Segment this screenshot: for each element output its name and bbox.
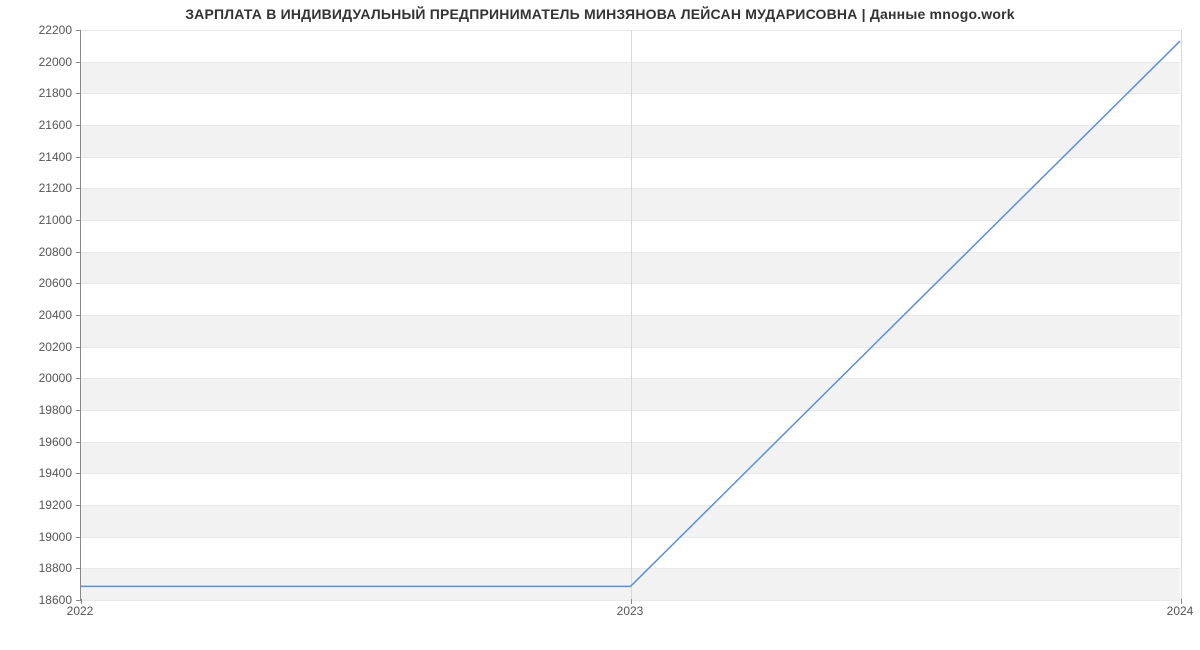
x-tick-label: 2022 [67,604,94,618]
y-tick-label: 19600 [0,435,72,449]
y-tick-label: 19200 [0,498,72,512]
y-tick-label: 21200 [0,181,72,195]
y-tick-label: 20600 [0,276,72,290]
x-tick-label: 2024 [1167,604,1194,618]
y-tick-label: 21600 [0,118,72,132]
y-tick-label: 20400 [0,308,72,322]
y-tick-label: 22000 [0,55,72,69]
y-tick-label: 18800 [0,561,72,575]
chart-container: ЗАРПЛАТА В ИНДИВИДУАЛЬНЫЙ ПРЕДПРИНИМАТЕЛ… [0,0,1200,650]
y-tick-label: 20000 [0,371,72,385]
x-tick-label: 2023 [617,604,644,618]
y-tick-label: 19000 [0,530,72,544]
x-gridline [1181,30,1182,599]
y-tick-label: 21000 [0,213,72,227]
chart-title: ЗАРПЛАТА В ИНДИВИДУАЛЬНЫЙ ПРЕДПРИНИМАТЕЛ… [0,6,1200,22]
y-tick-label: 21400 [0,150,72,164]
y-tick-label: 20200 [0,340,72,354]
y-tick-label: 19800 [0,403,72,417]
y-tick-label: 21800 [0,86,72,100]
series-line [81,41,1180,586]
y-tick-label: 20800 [0,245,72,259]
plot-area [80,30,1180,600]
y-tick-label: 19400 [0,466,72,480]
y-tick-label: 18600 [0,593,72,607]
line-series [81,30,1180,599]
y-tick-label: 22200 [0,23,72,37]
